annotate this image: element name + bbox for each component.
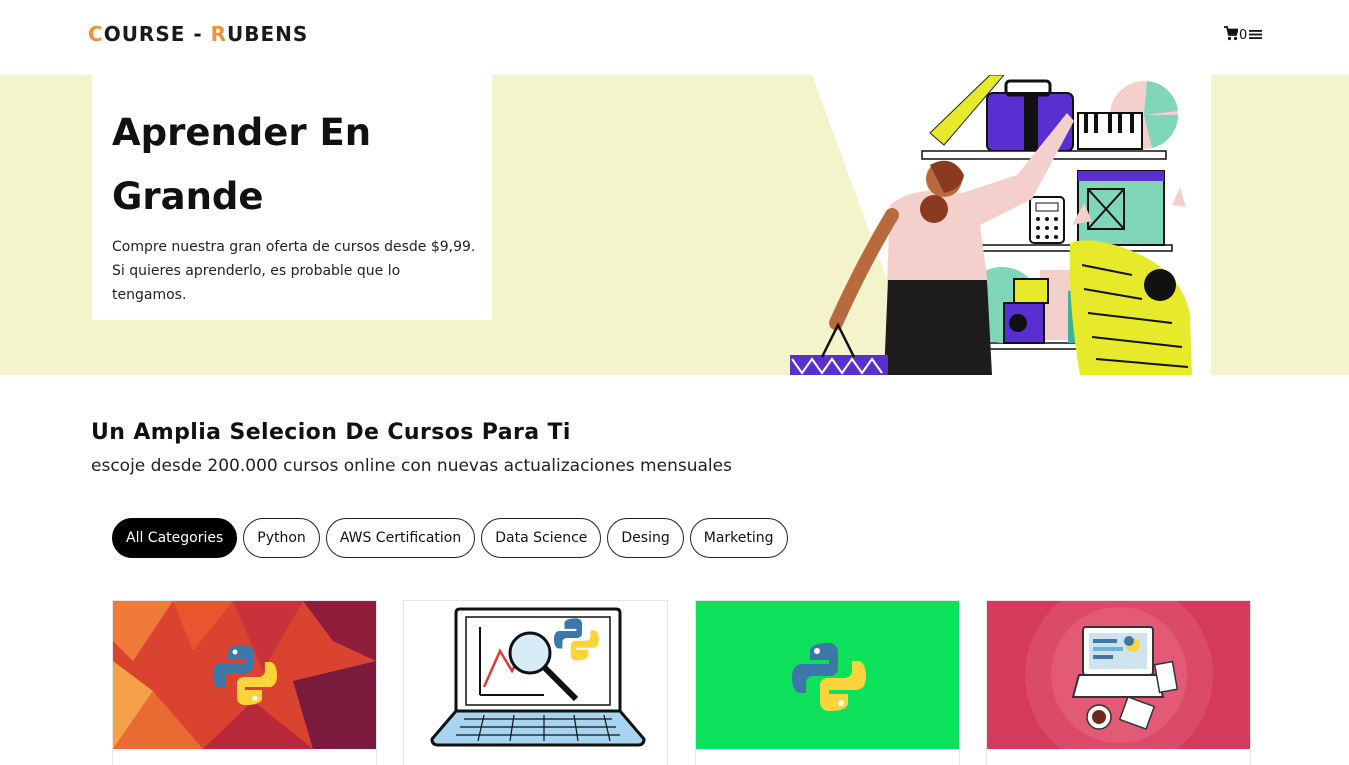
- category-all[interactable]: All Categories: [112, 518, 238, 558]
- course-card[interactable]: [986, 600, 1251, 765]
- category-filter: All Categories Python AWS Certification …: [112, 518, 788, 558]
- course-card[interactable]: [112, 600, 377, 765]
- category-aws-certification[interactable]: AWS Certification: [325, 518, 476, 558]
- course-thumbnail: [404, 601, 667, 749]
- section-subtitle: escoje desde 200.000 cursos online con n…: [91, 456, 732, 476]
- hero-title: Aprender En Grande: [112, 111, 372, 218]
- logo-text-part1: OURSE -: [103, 22, 211, 46]
- site-logo[interactable]: COURSE - RUBENS: [88, 22, 308, 46]
- course-card[interactable]: [695, 600, 960, 765]
- hero-text: Compre nuestra gran oferta de cursos des…: [112, 239, 476, 303]
- logo-letter-r: R: [210, 22, 228, 46]
- menu-icon[interactable]: [1248, 28, 1263, 40]
- course-thumbnail: [696, 601, 959, 749]
- logo-text-part2: UBENS: [227, 22, 309, 46]
- hero-right-strip: [1211, 75, 1349, 375]
- category-data-science[interactable]: Data Science: [481, 518, 602, 558]
- hero-card: Aprender En Grande Compre nuestra gran o…: [92, 75, 492, 320]
- course-thumbnail: [987, 601, 1250, 749]
- section-title: Un Amplia Selecion De Cursos Para Ti: [91, 420, 571, 445]
- course-thumbnail: [113, 601, 376, 749]
- logo-letter-c: C: [88, 22, 104, 46]
- top-navbar: COURSE - RUBENS 0: [0, 0, 1349, 75]
- hero-banner: Aprender En Grande Compre nuestra gran o…: [0, 75, 1349, 375]
- category-python[interactable]: Python: [243, 518, 320, 558]
- cart-count: 0: [1239, 28, 1248, 43]
- cart-icon[interactable]: [1224, 26, 1238, 41]
- category-desing[interactable]: Desing: [607, 518, 684, 558]
- course-card[interactable]: [403, 600, 668, 765]
- cart-area: 0: [1224, 24, 1263, 43]
- category-marketing[interactable]: Marketing: [689, 518, 788, 558]
- shopping-illustration: [492, 75, 1212, 375]
